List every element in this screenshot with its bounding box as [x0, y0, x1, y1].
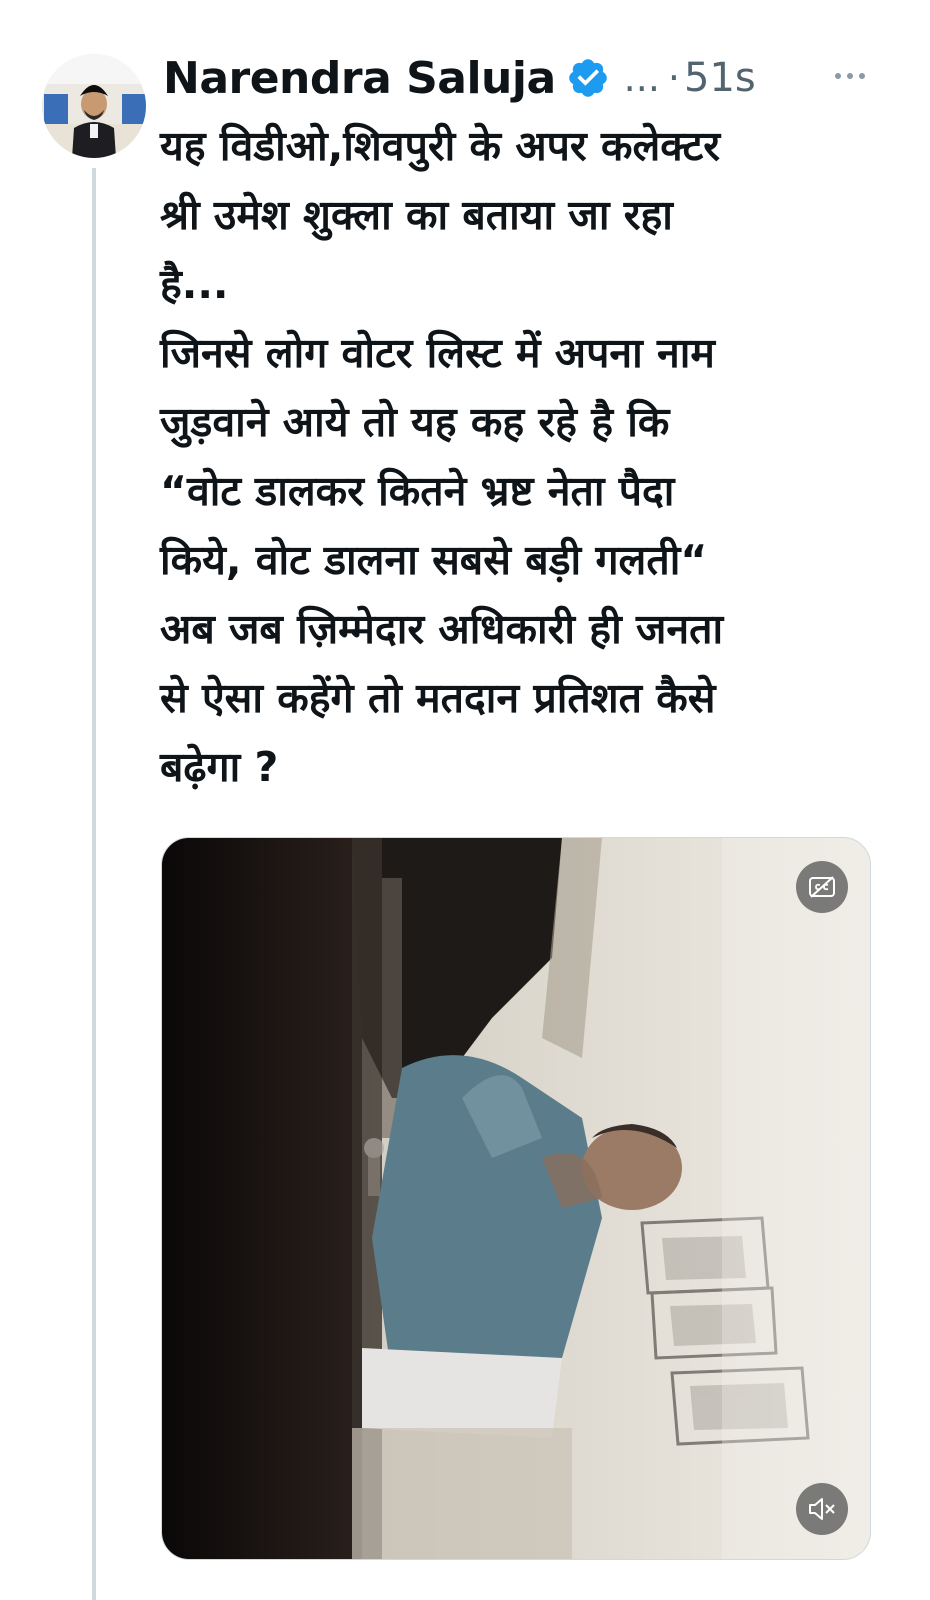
author-handle[interactable]: ...: [624, 56, 660, 100]
mute-button[interactable]: [796, 1483, 848, 1535]
video-player[interactable]: [161, 837, 871, 1560]
volume-muted-icon: [809, 1498, 835, 1520]
tweet-header: Narendra Saluja ... · 51s: [163, 48, 903, 108]
more-options-button[interactable]: [830, 58, 870, 94]
author-name[interactable]: Narendra Saluja: [163, 53, 556, 104]
tweet-text: यह विडीओ,शिवपुरी के अपर कलेक्टर श्री उमे…: [160, 122, 724, 791]
video-frame: [162, 838, 870, 1559]
avatar[interactable]: [42, 54, 146, 158]
verified-badge-icon: [568, 59, 607, 97]
avatar-photo: [42, 54, 146, 158]
captions-button[interactable]: [796, 861, 848, 913]
closed-captions-off-icon: [809, 876, 835, 898]
more-horizontal-icon: [835, 73, 865, 79]
thread-connector-line: [92, 168, 96, 1600]
tweet-timestamp[interactable]: 51s: [684, 55, 756, 101]
header-separator: ·: [667, 56, 680, 100]
